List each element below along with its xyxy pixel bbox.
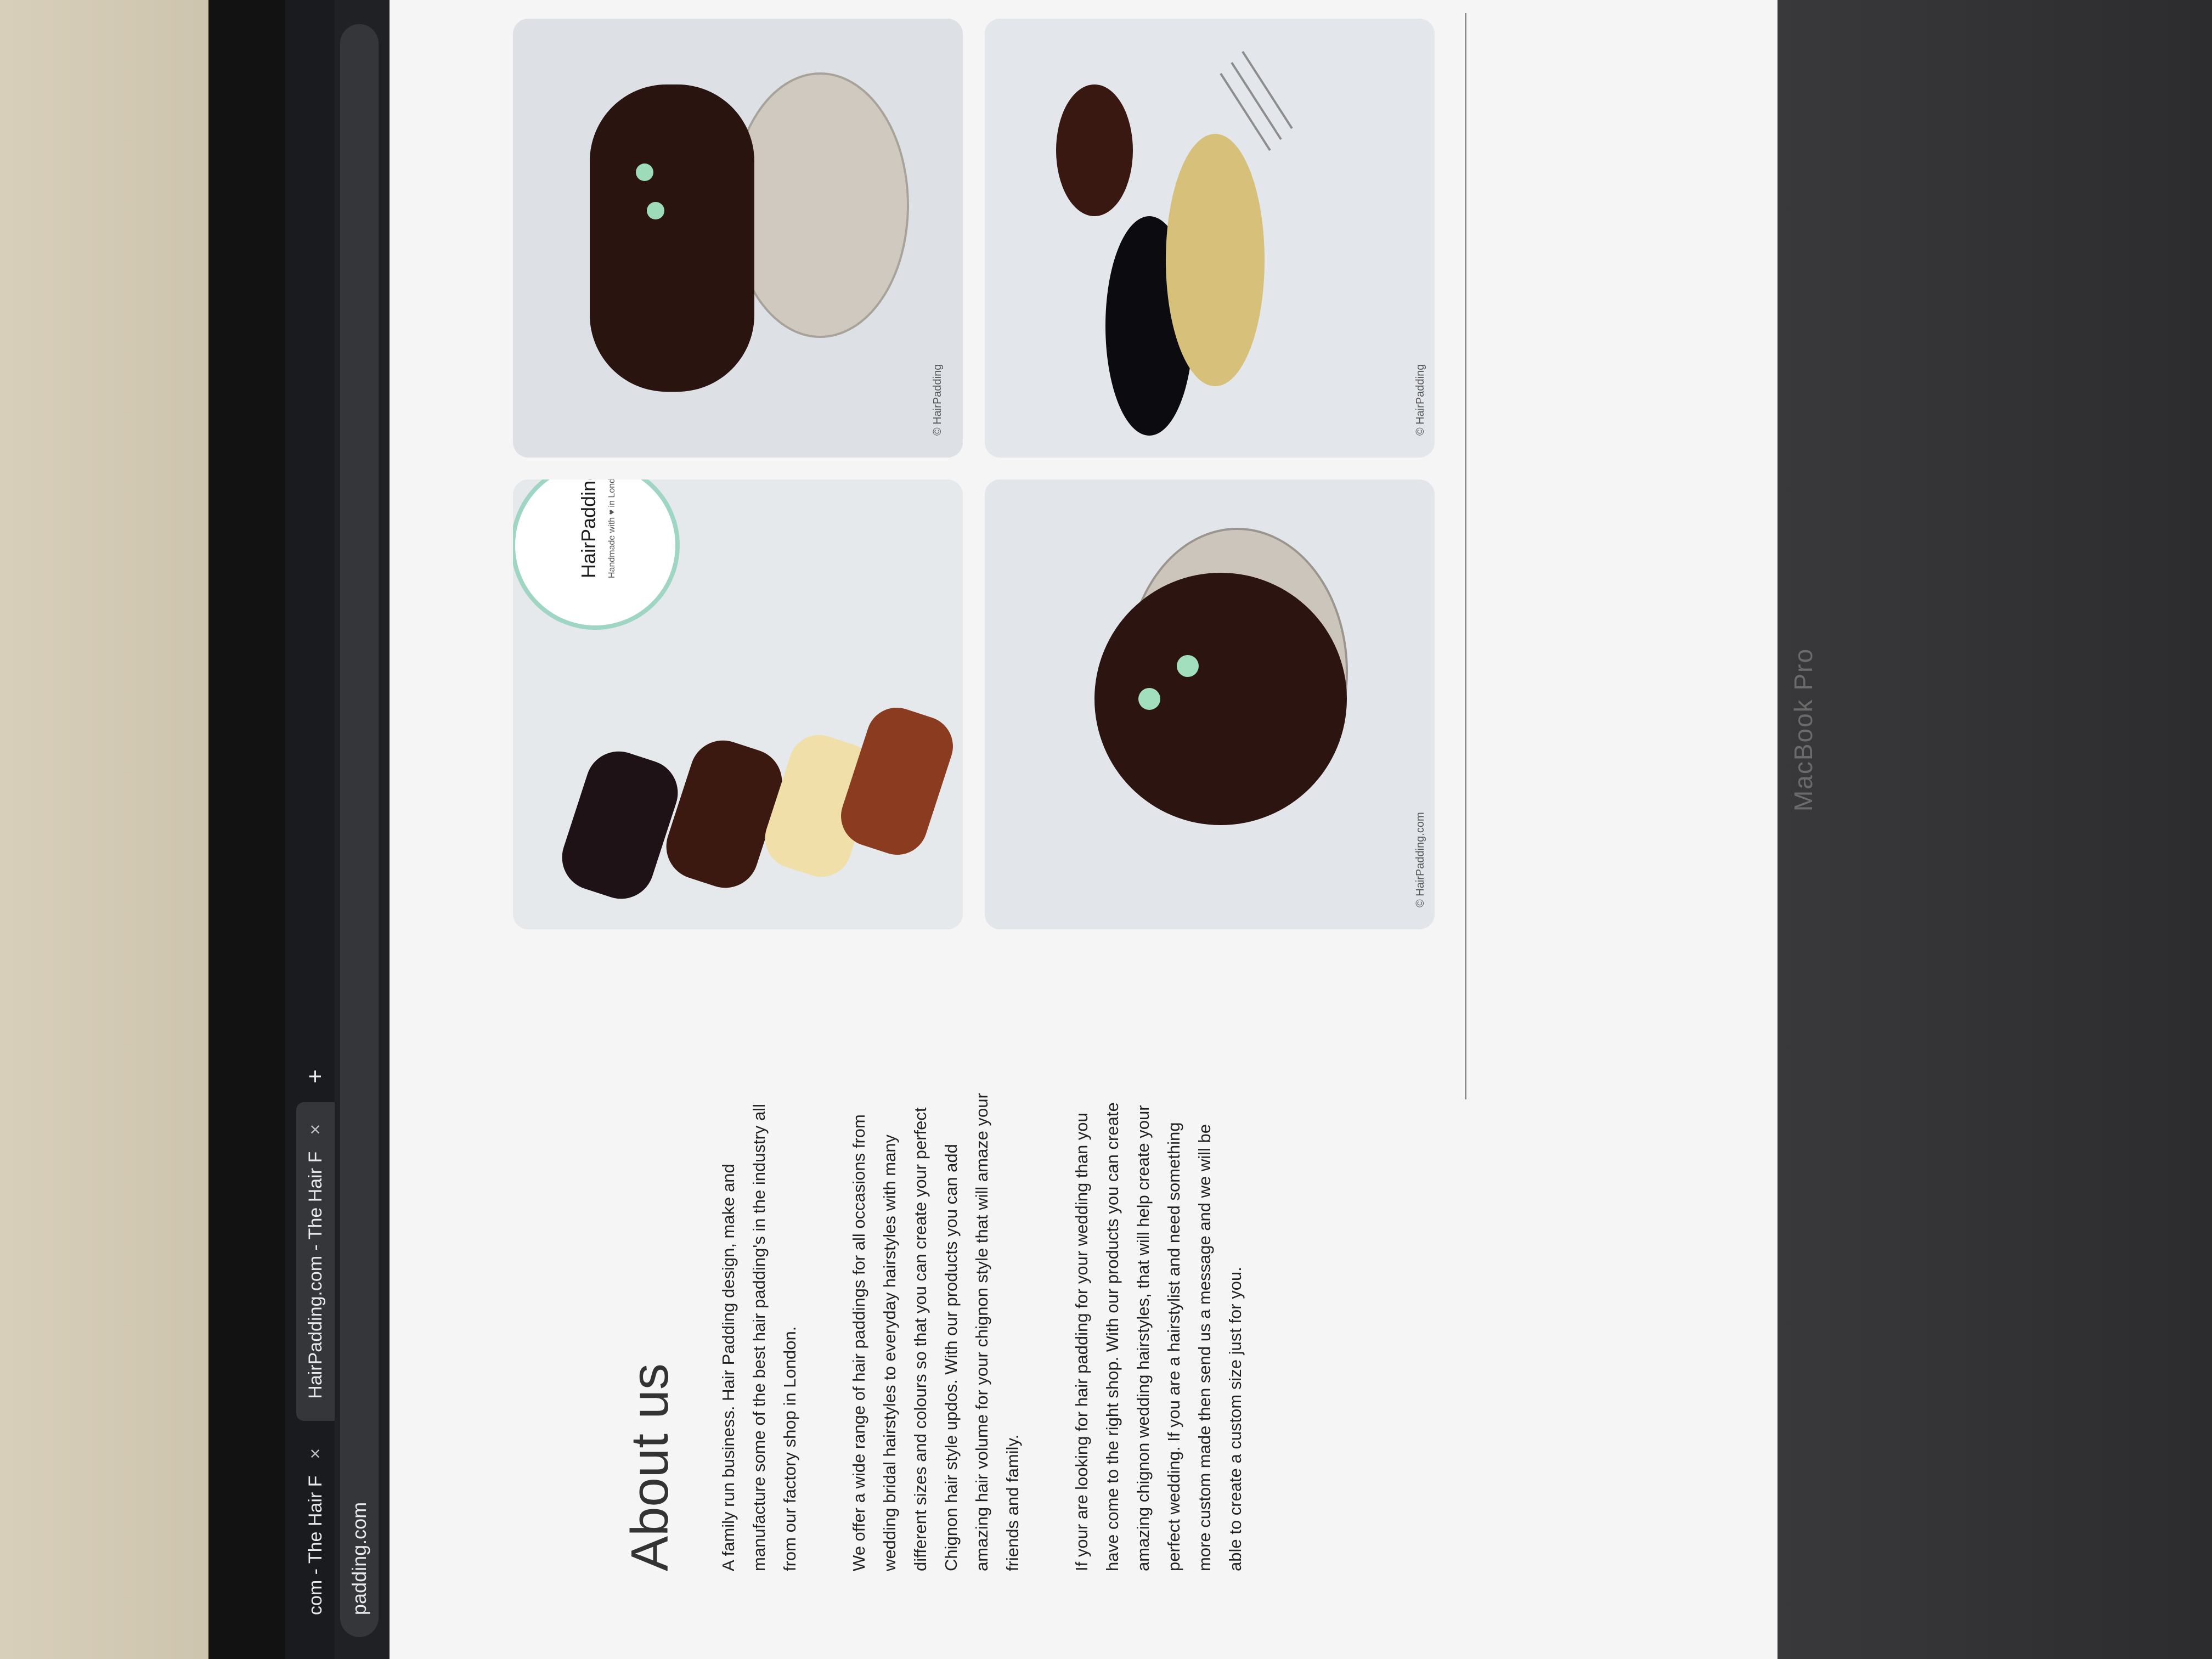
close-icon[interactable]: × (305, 1124, 326, 1135)
tab-1-label: com - The Hair F (304, 1475, 326, 1615)
pads-pins-illustration: © HairPadding (985, 19, 1435, 458)
photo-credit: © HairPadding (1414, 364, 1426, 436)
about-paragraph-3: If your are looking for hair padding for… (1072, 1102, 1245, 1571)
new-tab-button[interactable]: + (296, 1056, 335, 1097)
photo-pads-and-pins[interactable]: © HairPadding (985, 19, 1435, 458)
web-page: About us A family run business. Hair Pad… (390, 0, 1778, 1659)
tab-1[interactable]: com - The Hair F × (296, 1426, 335, 1637)
pads-illustration: HairPadding Handmade with ♥ in London (513, 479, 963, 929)
address-text: padding.com (348, 1502, 370, 1615)
section-divider (1465, 13, 1466, 1099)
background-wall (0, 0, 219, 1659)
about-paragraph-1: A family run business. Hair Padding desi… (719, 1103, 799, 1571)
photo-round-pad[interactable]: © HairPadding.com (985, 479, 1435, 929)
photo-pads-colors[interactable]: HairPadding Handmade with ♥ in London (513, 479, 963, 929)
tab-2-active[interactable]: HairPadding.com - The Hair F × (296, 1102, 335, 1421)
browser-chrome: com - The Hair F × HairPadding.com - The… (285, 0, 390, 1659)
tab-strip: com - The Hair F × HairPadding.com - The… (285, 0, 335, 1659)
browser-screen: com - The Hair F × HairPadding.com - The… (285, 0, 1778, 1659)
photo-credit: © HairPadding.com (1414, 812, 1426, 907)
tab-2-label: HairPadding.com - The Hair F (304, 1151, 326, 1399)
about-section: About us A family run business. Hair Pad… (620, 1088, 1289, 1571)
logo-tagline: Handmade with ♥ in London (607, 479, 617, 578)
photo-credit: © HairPadding (932, 364, 944, 436)
close-icon[interactable]: × (305, 1448, 326, 1459)
oval-pad-illustration: © HairPadding (513, 19, 963, 458)
address-bar[interactable]: padding.com (340, 24, 379, 1637)
about-heading: About us (620, 1363, 679, 1571)
product-gallery: HairPadding Handmade with ♥ in London © … (513, 19, 1446, 929)
round-pad-illustration: © HairPadding.com (985, 479, 1435, 929)
about-paragraph-2: We offer a wide range of hair paddings f… (849, 1093, 1022, 1571)
photo-oval-pad[interactable]: © HairPadding (513, 19, 963, 458)
logo-text: HairPadding (577, 479, 600, 578)
device-label: MacBook Pro (1789, 647, 1818, 812)
